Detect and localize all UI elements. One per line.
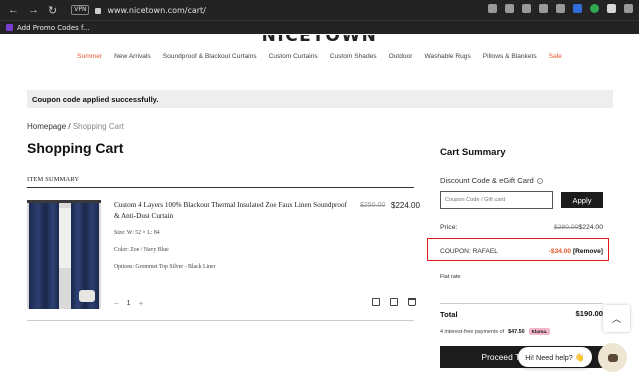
extension-icon[interactable] <box>573 4 582 13</box>
info-icon[interactable]: i <box>536 177 543 184</box>
nav-item-summer[interactable]: Summer <box>71 53 108 60</box>
wave-icon: 👋 <box>574 352 585 362</box>
price-label: Price: <box>440 224 458 231</box>
remove-coupon-link[interactable]: [Remove] <box>573 248 603 255</box>
share-icon[interactable] <box>488 4 497 13</box>
cart-summary-title: Cart Summary <box>440 147 506 158</box>
address-bar[interactable]: www.nicetown.com/cart/ <box>107 6 205 15</box>
discount-label-text: Discount Code & eGift Card <box>440 176 534 185</box>
trash-icon[interactable] <box>408 298 416 306</box>
installments-info: 4 interest-free payments of $47.50 Klarn… <box>440 328 551 335</box>
nav-item-pillows[interactable]: Pillows & Blankets <box>477 53 543 60</box>
coupon-applied-notice: Coupon code applied successfully. <box>27 90 613 108</box>
chat-icon <box>607 353 618 362</box>
bookmark-promo-codes[interactable]: Add Promo Codes f... <box>17 24 90 32</box>
quantity-decrease-button[interactable]: − <box>114 299 119 308</box>
bookmarks-bar: Add Promo Codes f... <box>0 20 639 34</box>
chat-greeting-text: Hi! Need help? <box>525 352 573 362</box>
reload-icon[interactable]: ↻ <box>48 4 57 17</box>
total-label: Total <box>440 310 458 319</box>
klarna-badge[interactable]: Klarna. <box>528 328 551 335</box>
price-new: $224.00 <box>578 224 603 231</box>
chat-greeting-bubble[interactable]: Hi! Need help? 👋 <box>518 347 592 367</box>
product-size: Size: W: 52 × L: 84 <box>114 230 160 236</box>
price-value: $280.00$224.00 <box>554 224 603 231</box>
puzzle-icon[interactable] <box>607 4 616 13</box>
back-icon[interactable]: ← <box>8 4 19 17</box>
star-icon[interactable] <box>556 4 565 13</box>
page: NICETOWN Summer New Arrivals Soundproof … <box>0 35 639 375</box>
divider <box>27 320 414 321</box>
breadcrumb-home[interactable]: Homepage <box>27 122 66 131</box>
browser-toolbar: ← → ↻ VPN www.nicetown.com/cart/ <box>0 0 639 20</box>
nav-item-custom-curtains[interactable]: Custom Curtains <box>263 53 324 60</box>
forward-icon[interactable]: → <box>28 4 39 17</box>
camera-icon[interactable] <box>505 4 514 13</box>
extensions-bar <box>488 4 633 13</box>
heart-icon[interactable] <box>522 4 531 13</box>
send-icon[interactable] <box>539 4 548 13</box>
vpn-badge[interactable]: VPN <box>71 5 90 15</box>
scroll-to-top-button[interactable]: ︿ <box>603 305 630 332</box>
discount-label: Discount Code & eGift Card i <box>440 176 543 185</box>
lock-icon[interactable] <box>95 8 102 14</box>
shipping-method: Flat rate <box>440 274 461 280</box>
installments-amount: $47.50 <box>508 328 525 335</box>
quantity-increase-button[interactable]: + <box>139 299 144 308</box>
breadcrumb-separator: / <box>66 122 73 131</box>
price-old: $280.00 <box>553 224 579 231</box>
edit-icon[interactable] <box>390 298 398 306</box>
nav-item-custom-shades[interactable]: Custom Shades <box>324 53 383 60</box>
menu-icon[interactable] <box>624 4 633 13</box>
product-options: Options: Grommet Top Silver - Black Line… <box>114 264 216 270</box>
apply-button[interactable]: Apply <box>561 192 603 208</box>
quantity-stepper: − 1 + <box>114 299 143 308</box>
bookmark-icon <box>6 24 13 31</box>
save-for-later-icon[interactable] <box>372 298 380 306</box>
nav-item-new-arrivals[interactable]: New Arrivals <box>108 53 157 60</box>
breadcrumb: Homepage / Shopping Cart <box>27 122 124 131</box>
breadcrumb-current: Shopping Cart <box>72 122 124 131</box>
total-value: $190.00 <box>575 309 603 318</box>
divider <box>440 303 603 304</box>
site-logo[interactable]: NICETOWN <box>0 35 639 46</box>
coupon-amount: -$34.00 [Remove] <box>549 248 603 255</box>
coupon-label: COUPON: RAFAEL <box>440 248 498 255</box>
item-summary-heading: ITEM SUMMARY <box>27 176 80 183</box>
nav-item-sale[interactable]: Sale <box>543 53 568 60</box>
product-color: Color: Zoe / Navy Blue <box>114 247 169 253</box>
browser-nav: ← → ↻ <box>0 4 57 17</box>
product-name[interactable]: Custom 4 Layers 100% Blackout Thermal In… <box>114 200 349 222</box>
profile-icon[interactable] <box>590 4 599 13</box>
nav-item-soundproof[interactable]: Soundproof & Blackout Curtains <box>157 53 263 60</box>
chat-launcher-button[interactable] <box>598 343 627 372</box>
quantity-value[interactable]: 1 <box>127 300 131 307</box>
nav-item-washable-rugs[interactable]: Washable Rugs <box>418 53 476 60</box>
item-actions <box>372 298 416 306</box>
installments-text: 4 interest-free payments of <box>440 328 505 335</box>
coupon-discount: -$34.00 <box>548 248 572 255</box>
chevron-up-icon: ︿ <box>611 314 621 324</box>
main-nav: Summer New Arrivals Soundproof & Blackou… <box>0 53 639 60</box>
coupon-code-input[interactable] <box>440 191 553 209</box>
nav-item-outdoor[interactable]: Outdoor <box>383 53 419 60</box>
product-image[interactable] <box>27 200 101 309</box>
product-price: $224.00 <box>391 201 420 210</box>
divider <box>27 187 414 188</box>
product-old-price: $250.00 <box>360 202 386 209</box>
page-title: Shopping Cart <box>27 140 124 156</box>
